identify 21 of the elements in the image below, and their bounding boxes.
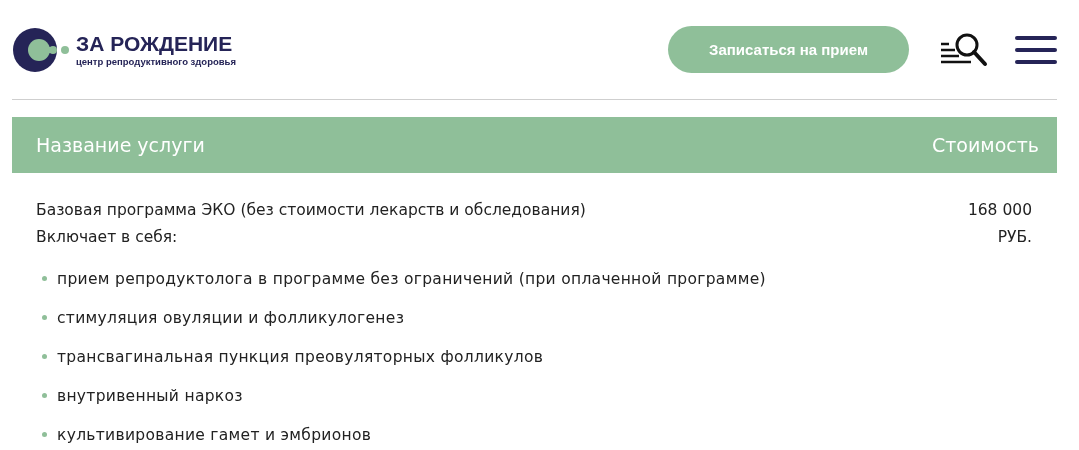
menu-icon[interactable] [1015, 35, 1057, 64]
service-item: внутривенный наркоз [57, 386, 243, 405]
column-header: Название услуги [36, 134, 205, 156]
service-name: Базовая программа ЭКО (без стоимости лекарств и обследования) [36, 200, 586, 221]
service-item: стимуляция овуляции и фолликулогенез [57, 308, 405, 327]
service-subtitle: Включает в себя: [36, 227, 179, 248]
bullet-icon [42, 276, 47, 281]
service-item: культивирование гамет и эмбрионов [57, 425, 372, 444]
service-item: прием репродуктолога в программе без ограничений (при оплаченной программе) [57, 269, 766, 288]
column-header: Стоимость [932, 134, 1039, 156]
service-item: трансвагинальная пункция преовуляторных фолликулов [57, 347, 544, 366]
currency: РУБ. [997, 227, 1032, 248]
bullet-icon [42, 432, 47, 437]
bullet-icon [42, 354, 47, 359]
bullet-icon [42, 315, 47, 320]
appointment-button[interactable]: Записаться на прием [668, 26, 909, 73]
logo-name: ЗА РОЖДЕНИЕ [76, 32, 234, 56]
bullet-icon [42, 393, 47, 398]
logo-icon [12, 26, 70, 73]
price: 168 000 [967, 200, 1032, 221]
logo-tagline: центр репродуктивного здоровья [76, 55, 236, 67]
